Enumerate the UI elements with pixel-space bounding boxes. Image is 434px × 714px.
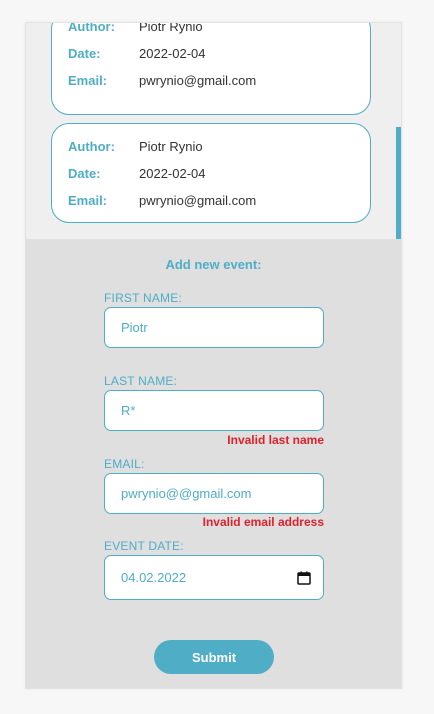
email-field[interactable]: pwrynio@@gmail.com xyxy=(104,473,324,514)
first-name-label: FIRST NAME: xyxy=(104,291,182,305)
last-name-error: Invalid last name xyxy=(227,433,324,447)
date-label: Date: xyxy=(68,165,101,181)
event-date-input[interactable]: 04.02.2022 xyxy=(104,555,324,600)
event-list[interactable]: Author: Piotr Rynio Date: 2022-02-04 Ema… xyxy=(26,23,401,239)
email-field-label: EMAIL: xyxy=(104,457,145,471)
email-value: pwrynio@gmail.com xyxy=(139,192,257,208)
event-email-row: Email: pwrynio@gmail.com xyxy=(68,71,256,89)
event-author-row: Author: Piotr Rynio xyxy=(68,137,203,155)
event-email-row: Email: pwrynio@gmail.com xyxy=(68,191,256,209)
date-value: 2022-02-04 xyxy=(139,165,206,181)
list-scrollbar[interactable] xyxy=(396,127,401,239)
last-name-value: R* xyxy=(121,403,136,418)
last-name-label: LAST NAME: xyxy=(104,374,178,388)
first-name-input[interactable]: Piotr xyxy=(104,307,324,348)
event-date-row: Date: 2022-02-04 xyxy=(68,164,206,182)
event-date-label: EVENT DATE: xyxy=(104,539,184,553)
event-card: Author: Piotr Rynio Date: 2022-02-04 Ema… xyxy=(51,23,371,115)
date-value: 2022-02-04 xyxy=(139,45,206,61)
email-label: Email: xyxy=(68,72,108,88)
email-value: pwrynio@gmail.com xyxy=(139,72,257,88)
email-label: Email: xyxy=(68,192,108,208)
author-value: Piotr Rynio xyxy=(139,138,203,154)
event-card: Author: Piotr Rynio Date: 2022-02-04 Ema… xyxy=(51,123,371,223)
event-author-row: Author: Piotr Rynio xyxy=(68,23,203,35)
last-name-input[interactable]: R* xyxy=(104,390,324,431)
events-panel: Author: Piotr Rynio Date: 2022-02-04 Ema… xyxy=(25,22,402,689)
author-value: Piotr Rynio xyxy=(139,23,203,34)
email-field-value: pwrynio@@gmail.com xyxy=(121,486,252,501)
event-date-value: 04.02.2022 xyxy=(121,570,187,585)
event-date-row: Date: 2022-02-04 xyxy=(68,44,206,62)
submit-button[interactable]: Submit xyxy=(154,640,274,674)
form-title: Add new event: xyxy=(165,257,262,272)
email-error: Invalid email address xyxy=(202,515,324,529)
author-label: Author: xyxy=(68,23,115,34)
author-label: Author: xyxy=(68,138,115,154)
calendar-icon[interactable] xyxy=(297,571,311,585)
first-name-value: Piotr xyxy=(121,320,148,335)
date-label: Date: xyxy=(68,45,101,61)
